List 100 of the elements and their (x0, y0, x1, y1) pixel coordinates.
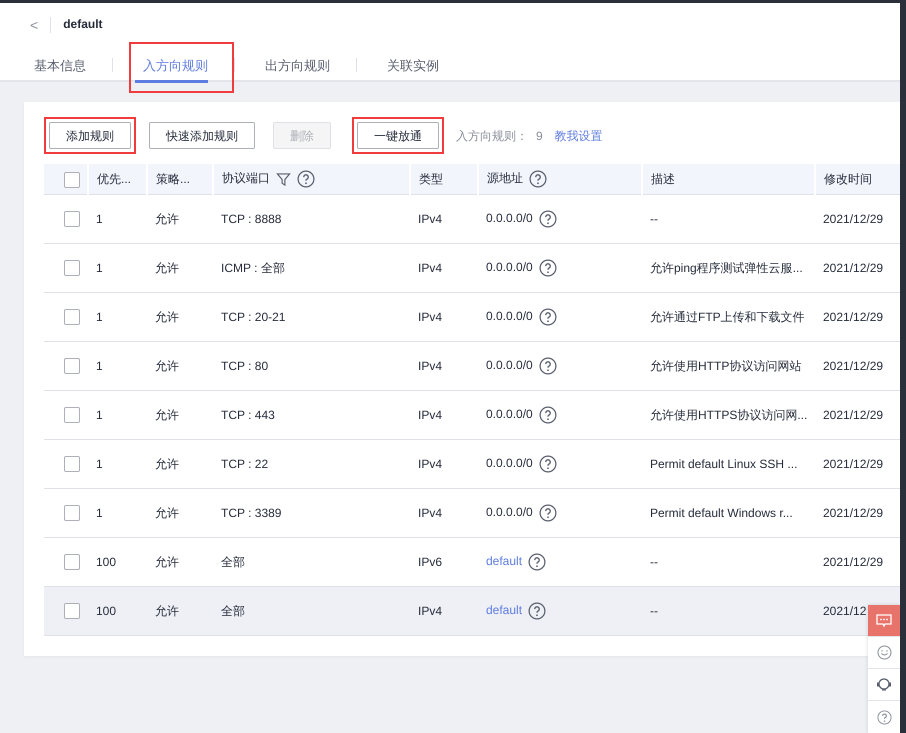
column-header: 修改时间 (824, 172, 872, 186)
column-header: 优先... (97, 172, 132, 186)
table-cell: -- (650, 554, 658, 568)
table-cell: 100 (96, 604, 116, 618)
help-icon[interactable] (529, 170, 547, 188)
table-cell: TCP : 443 (221, 408, 275, 422)
table-cell: IPv4 (418, 408, 442, 422)
help-icon[interactable] (528, 552, 546, 571)
help-icon[interactable] (538, 210, 557, 228)
tab[interactable]: 基本信息 (22, 52, 98, 83)
toolbar-button[interactable]: 添加规则 (49, 122, 131, 149)
table-cell: 0.0.0.0/0 (486, 407, 533, 422)
page-title: default (62, 16, 103, 33)
table-cell: 允许 (155, 506, 179, 520)
rule-count-label: 入方向规则： (456, 128, 528, 144)
rule-count: 9 (536, 128, 543, 144)
row-checkbox[interactable] (64, 554, 80, 570)
table-cell: TCP : 20-21 (221, 310, 286, 324)
table-cell: 0.0.0.0/0 (486, 456, 533, 470)
help-icon[interactable] (297, 170, 315, 188)
column-header: 类型 (419, 172, 443, 186)
column-header: 描述 (651, 172, 675, 186)
table-cell: 1 (96, 456, 103, 470)
table-cell: 允许使用HTTP协议访问网站 (650, 358, 802, 372)
table-cell: 2021/12/29 (823, 456, 884, 470)
row-checkbox[interactable] (64, 358, 80, 374)
table-cell: 允许 (155, 260, 179, 274)
help-icon[interactable] (528, 602, 546, 620)
table-cell: 2021/12/29 (823, 506, 884, 520)
table-cell: 1 (96, 310, 103, 324)
table-cell: 1 (96, 358, 103, 372)
table-cell: 0.0.0.0/0 (486, 505, 533, 520)
table-cell: 0.0.0.0/0 (486, 260, 533, 274)
toolbar-button[interactable]: 一键放通 (357, 122, 439, 149)
row-checkbox[interactable] (64, 211, 80, 228)
table-cell: Permit default Linux SSH ... (650, 456, 798, 470)
table-cell: 允许 (155, 554, 179, 568)
table-cell: 2021/12 (823, 604, 866, 618)
toolbar-button[interactable]: 快速添加规则 (149, 122, 255, 149)
table-cell: -- (650, 604, 658, 618)
table-cell: 2021/12/29 (823, 554, 884, 568)
table-cell: 全部 (221, 604, 245, 618)
column-header: 策略... (156, 172, 190, 186)
select-all-checkbox[interactable] (64, 172, 80, 188)
table-cell: 2021/12/29 (823, 358, 884, 372)
headset-icon[interactable] (876, 677, 892, 692)
help-icon[interactable] (538, 308, 557, 326)
table-cell: 2021/12/29 (823, 260, 884, 274)
table-cell: IPv4 (418, 260, 442, 274)
tab[interactable]: 出方向规则 (253, 52, 342, 83)
help-icon[interactable] (538, 454, 557, 473)
help-icon[interactable] (538, 504, 557, 522)
table-cell: 全部 (221, 554, 245, 568)
help-icon[interactable] (538, 258, 557, 277)
table-cell: 0.0.0.0/0 (486, 309, 533, 324)
table-cell: 2021/12/29 (823, 408, 884, 422)
table-cell: 2021/12/29 (823, 310, 884, 324)
table-cell: TCP : 8888 (221, 212, 282, 226)
row-checkbox[interactable] (64, 603, 80, 620)
source-link[interactable]: default (486, 603, 522, 618)
table-cell: 0.0.0.0/0 (486, 211, 533, 226)
table-cell: 100 (96, 554, 116, 568)
column-header: 协议端口 (222, 171, 270, 186)
smiley-icon[interactable] (876, 645, 892, 660)
table-cell: 允许 (155, 604, 179, 618)
table-cell: 允许 (155, 358, 179, 372)
help-icon[interactable] (538, 356, 557, 375)
row-checkbox[interactable] (64, 407, 80, 424)
table-cell: IPv4 (418, 506, 442, 520)
table-cell: 允许 (155, 310, 179, 324)
table-cell: 允许 (155, 212, 179, 226)
help-link[interactable]: 教我设置 (554, 126, 603, 144)
table-cell: 允许 (155, 456, 179, 470)
table-cell: IPv4 (418, 310, 442, 324)
chat-icon[interactable] (876, 614, 892, 628)
column-header: 源地址 (487, 171, 523, 186)
row-checkbox[interactable] (64, 505, 80, 522)
table-cell: Permit default Windows r... (650, 506, 793, 520)
table-cell: -- (650, 212, 658, 226)
tab[interactable]: 关联实例 (375, 52, 451, 83)
help-icon[interactable] (538, 406, 557, 424)
source-link[interactable]: default (486, 554, 522, 568)
row-checkbox[interactable] (64, 309, 80, 326)
table-cell: TCP : 80 (221, 358, 268, 372)
help-icon[interactable] (876, 710, 892, 724)
table-cell: IPv6 (418, 554, 442, 568)
table-cell: 允许 (155, 408, 179, 422)
table-cell: 允许ping程序测试弹性云服... (650, 260, 803, 274)
table-cell: 2021/12/29 (823, 212, 884, 226)
table-cell: IPv4 (418, 456, 442, 470)
table-cell: 1 (96, 212, 103, 226)
tab[interactable]: 入方向规则 (131, 52, 220, 83)
table-cell: IPv4 (418, 212, 442, 226)
row-checkbox[interactable] (64, 456, 80, 472)
table-cell: 允许使用HTTPS协议访问网... (650, 408, 808, 422)
table-cell: IPv4 (418, 358, 442, 372)
table-cell: 允许通过FTP上传和下载文件 (650, 310, 805, 324)
table-cell: TCP : 3389 (221, 506, 282, 520)
row-checkbox[interactable] (64, 260, 80, 276)
filter-icon[interactable] (276, 172, 291, 187)
